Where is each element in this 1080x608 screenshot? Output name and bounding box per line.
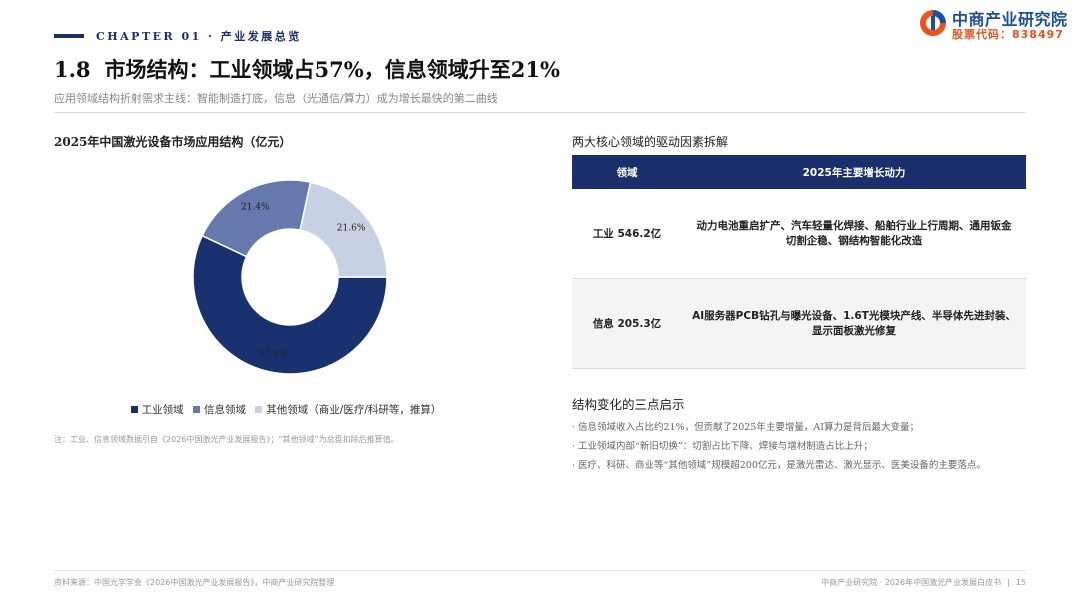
legend-swatch: [130, 406, 138, 413]
table-header-drivers: 2025年主要增长动力: [802, 166, 906, 179]
insights-list: 信息领域收入占比约21%，但贡献了2025年主要增量，AI算力是背后最大变量； …: [572, 418, 986, 475]
chapter-accent-bar: [54, 34, 84, 38]
legend-label: 其他领域（商业/医疗/科研等，推算）: [266, 404, 442, 416]
driver-line: 切割企稳、钢结构智能化改造: [785, 234, 923, 247]
footer-org: 中商产业研究院 · 2026年中国激光产业发展白皮书: [821, 578, 1002, 587]
chart-title: 2025年中国激光设备市场应用结构（亿元）: [54, 135, 292, 149]
table-header-row: 领域 2025年主要增长动力: [572, 155, 1026, 189]
legend-item-information: 信息领域: [192, 404, 246, 416]
header-divider: [54, 112, 1026, 113]
legend-label: 信息领域: [203, 404, 246, 416]
table-title: 两大核心领域的驱动因素拆解: [572, 135, 729, 149]
company-logo: 中商产业研究院 股票代码：838497: [918, 6, 1068, 41]
page-subtitle: 应用领域结构折射需求主线：智能制造打底，信息（光通信/算力）成为增长最快的第二曲…: [54, 92, 498, 105]
title-text: 市场结构：工业领域占57%，信息领域升至21%: [104, 57, 560, 82]
driver-line: 显示面板激光修复: [812, 324, 896, 337]
insight-item: 信息领域收入占比约21%，但贡献了2025年主要增量，AI算力是背后最大变量；: [572, 418, 986, 437]
legend-swatch: [255, 406, 263, 413]
slice-label-information: 21.4%: [241, 203, 270, 213]
table-cell-domain: 信息 205.3亿: [592, 318, 662, 330]
driver-line: 动力电池重启扩产、汽车轻量化焊接、船舶行业上行周期、通用钣金: [696, 219, 1012, 232]
legend-item-other: 其他领域（商业/医疗/科研等，推算）: [255, 404, 441, 416]
footer-meta: 中商产业研究院 · 2026年中国激光产业发展白皮书 | 15: [821, 577, 1026, 588]
table-cell-drivers: 动力电池重启扩产、汽车轻量化焊接、船舶行业上行周期、通用钣金 切割企稳、钢结构智…: [682, 189, 1026, 278]
table-cell-domain: 工业 546.2亿: [592, 228, 662, 240]
insight-item: 工业领域内部“新旧切换”：切割占比下降、焊接与增材制造占比上升；: [572, 437, 986, 456]
logo-mark-icon: [920, 10, 946, 36]
table-row: 工业 546.2亿 动力电池重启扩产、汽车轻量化焊接、船舶行业上行周期、通用钣金…: [572, 189, 1026, 279]
donut-chart: 57.0% 21.4% 21.6%: [192, 179, 388, 375]
drivers-table: 领域 2025年主要增长动力 工业 546.2亿 动力电池重启扩产、汽车轻量化焊…: [572, 155, 1026, 369]
insight-item: 医疗、科研、商业等“其他领域”规模超200亿元，是激光雷达、激光显示、医美设备的…: [572, 456, 986, 475]
stock-code: 股票代码：838497: [952, 28, 1064, 41]
insights-title: 结构变化的三点启示: [572, 397, 685, 412]
footer-divider: [54, 570, 1026, 571]
slice-label-industrial: 57.0%: [259, 350, 288, 360]
section-number: 1.8: [54, 57, 91, 82]
driver-line: AI服务器PCB钻孔与曝光设备、1.6T光模块产线、半导体先进封装、: [692, 309, 1016, 322]
legend-swatch: [192, 406, 200, 413]
page-title: 1.8 市场结构：工业领域占57%，信息领域升至21%: [54, 54, 560, 84]
table-row: 信息 205.3亿 AI服务器PCB钻孔与曝光设备、1.6T光模块产线、半导体先…: [572, 279, 1026, 369]
slice-label-other: 21.6%: [337, 224, 366, 234]
table-header-domain: 领域: [616, 166, 638, 179]
chapter-label: CHAPTER 01 · 产业发展总览: [96, 30, 302, 43]
legend-item-industrial: 工业领域: [130, 404, 184, 416]
footer-separator: |: [1007, 578, 1010, 587]
footer-source: 资料来源：中国光学学会《2026中国激光产业发展报告》，中商产业研究院整理: [54, 578, 335, 587]
chart-note: 注：工业、信息领域数据引自《2026中国激光产业发展报告》；“其他领域”为总盘扣…: [54, 435, 399, 444]
table-cell-drivers: AI服务器PCB钻孔与曝光设备、1.6T光模块产线、半导体先进封装、 显示面板激…: [682, 279, 1026, 368]
chart-legend: 工业领域 信息领域 其他领域（商业/医疗/科研等，推算）: [54, 402, 524, 417]
legend-label: 工业领域: [141, 404, 184, 416]
page-number: 15: [1015, 578, 1026, 587]
